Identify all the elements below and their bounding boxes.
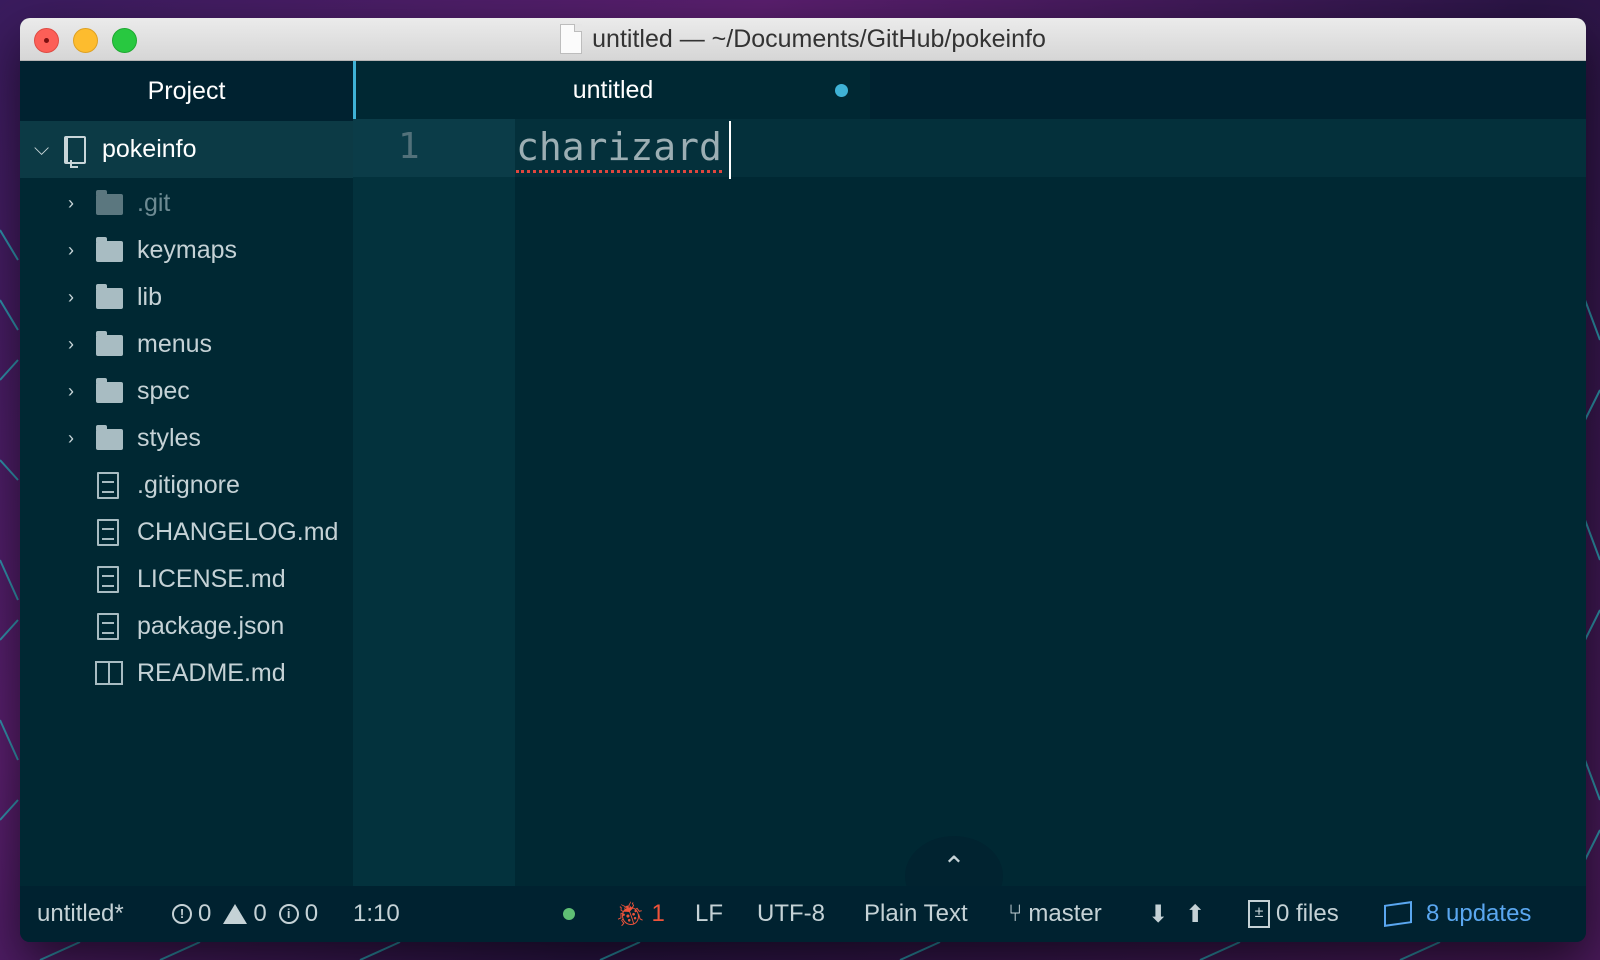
tree-item-gitignore[interactable]: .gitignore [20,462,353,509]
diff-files-count: 0 files [1276,900,1339,927]
tree-item-label: README.md [137,659,286,687]
git-diff-files[interactable]: ± 0 files [1248,900,1339,928]
project-root[interactable]: ⌵ pokeinfo [20,121,353,178]
tree-item-license[interactable]: LICENSE.md [20,556,353,603]
package-icon [1384,901,1412,927]
tree-view: Project ⌵ pokeinfo › .git › keymaps › li… [20,61,353,886]
git-push-button[interactable]: ⬆ [1185,900,1205,929]
minimize-button[interactable] [73,28,98,53]
file-diff-icon: ± [1248,900,1270,928]
tree-item-git[interactable]: › .git [20,180,353,227]
git-fetch-button[interactable]: ⬇ [1148,900,1168,929]
line-number-gutter [353,119,515,886]
branch-name: master [1028,900,1102,927]
window-title-group: untitled — ~/Documents/GitHub/pokeinfo [560,24,1046,54]
tab-untitled[interactable]: untitled [353,61,870,119]
chevron-right-icon[interactable]: › [68,428,74,449]
error-count: 0 [198,900,212,927]
tree-item-label: menus [137,330,213,358]
chevron-right-icon[interactable]: › [68,193,74,214]
tree-item-package-json[interactable]: package.json [20,603,353,650]
modified-indicator-icon[interactable] [835,84,848,97]
project-root-label: pokeinfo [102,135,197,163]
tree-item-label: spec [137,377,190,405]
package-updates[interactable]: 8 updates [1384,900,1531,928]
arrow-down-icon: ⬇ [1148,900,1169,928]
status-indicator-icon [563,908,575,920]
status-bar: untitled* ! 0 0 i 0 1:10 🐞︎ 1 LF UTF-8 P… [20,886,1586,942]
tab-label: untitled [572,75,654,104]
maximize-button[interactable] [112,28,137,53]
linter-summary[interactable]: ! 0 0 i 0 [172,900,318,928]
tree-item-readme[interactable]: README.md [20,650,353,697]
folder-icon [96,378,123,403]
window-controls [34,28,137,53]
chevron-right-icon[interactable]: › [68,381,74,402]
tree-item-label: .gitignore [137,471,240,499]
bug-report[interactable]: 🐞︎ 1 [615,900,665,929]
repo-icon [64,135,86,168]
tree-item-label: LICENSE.md [137,565,286,593]
bug-count: 1 [651,900,665,927]
line-ending-selector[interactable]: LF [695,900,723,928]
folder-icon [96,425,123,450]
window-title: untitled — ~/Documents/GitHub/pokeinfo [592,24,1046,53]
tree-item-spec[interactable]: › spec [20,368,353,415]
cursor-position[interactable]: 1:10 [353,900,400,928]
folder-icon [96,284,123,309]
tree-item-label: CHANGELOG.md [137,518,339,546]
arrow-up-icon: ⬆ [1185,900,1206,928]
tree-item-label: package.json [137,612,285,640]
file-icon [97,566,119,593]
tab-bar: untitled [353,61,1586,119]
status-file-name[interactable]: untitled* [37,900,124,928]
encoding-selector[interactable]: UTF-8 [757,900,825,928]
tree-item-changelog[interactable]: CHANGELOG.md [20,509,353,556]
tree-list: › .git › keymaps › lib › menus › spec › … [20,180,353,697]
editor-window: untitled — ~/Documents/GitHub/pokeinfo P… [20,18,1586,942]
tree-item-label: styles [137,424,201,452]
text-editor[interactable]: 1 charizard ⌃ [353,119,1586,916]
file-icon [97,519,119,546]
file-icon [97,472,119,499]
folder-icon [96,331,123,356]
updates-count: 8 updates [1426,900,1532,927]
folder-icon [96,237,123,262]
tree-item-lib[interactable]: › lib [20,274,353,321]
project-tab[interactable]: Project [20,61,353,121]
chevron-up-icon: ⌃ [942,851,966,882]
bug-icon: 🐞︎ [615,900,646,928]
status-dot [563,908,575,920]
chevron-down-icon[interactable]: ⌵ [34,138,52,161]
info-icon: i [278,904,299,924]
book-icon [95,661,123,685]
git-branch[interactable]: ⑂ master [1008,900,1102,928]
line-number: 1 [353,119,515,177]
chevron-right-icon[interactable]: › [68,334,74,355]
document-icon [560,24,583,54]
info-count: 0 [304,900,319,927]
editor-text[interactable]: charizard [516,125,722,173]
chevron-right-icon[interactable]: › [68,287,74,308]
tree-item-styles[interactable]: › styles [20,415,353,462]
warning-icon [223,904,248,924]
file-icon [97,613,119,640]
text-cursor [729,121,731,179]
warning-count: 0 [253,900,267,927]
error-icon: ! [172,904,192,924]
tree-item-label: .git [137,189,171,217]
tree-item-menus[interactable]: › menus [20,321,353,368]
tree-item-label: lib [137,283,163,311]
chevron-right-icon[interactable]: › [68,240,74,261]
grammar-selector[interactable]: Plain Text [864,900,968,928]
tree-item-label: keymaps [137,236,238,264]
close-button[interactable] [34,28,59,53]
git-branch-icon: ⑂ [1008,900,1023,927]
tree-item-keymaps[interactable]: › keymaps [20,227,353,274]
title-bar[interactable]: untitled — ~/Documents/GitHub/pokeinfo [20,18,1586,61]
folder-icon [96,190,123,215]
